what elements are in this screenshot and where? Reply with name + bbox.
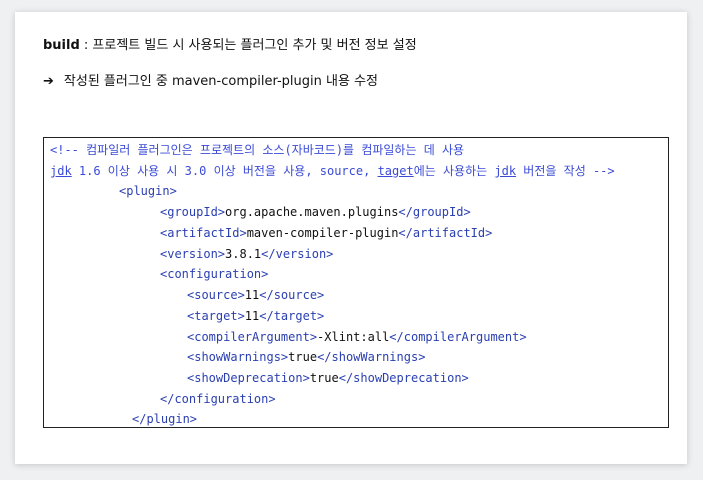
document-page: build : 프로젝트 빌드 시 사용되는 플러그인 추가 및 버전 정보 설… — [15, 12, 687, 464]
plugin-note: ➔ 작성된 플러그인 중 maven-compiler-plugin 내용 수정 — [43, 70, 378, 89]
showwarnings-open-tag: <showWarnings> — [187, 350, 289, 364]
plugin-close-tag: </plugin> — [132, 412, 198, 426]
version-close-tag: </version> — [261, 247, 334, 261]
build-description-text: : 프로젝트 빌드 시 사용되는 플러그인 추가 및 버전 정보 설정 — [79, 38, 417, 53]
code-comment-line-1: <!-- 컴파일러 플러그인은 프로젝트의 소스(자바코드)를 컴파일하는 데 … — [50, 143, 465, 157]
comment-jdk-2: jdk — [494, 164, 517, 178]
showwarnings-value: true — [288, 350, 318, 364]
showdeprecation-line: <showDeprecation>true</showDeprecation> — [187, 370, 469, 386]
comment-text-a: 1.6 이상 사용 시 3.0 이상 버전을 사용, source, — [71, 164, 378, 178]
comment-text-b: 에는 사용하는 — [413, 164, 495, 178]
configuration-open-tag: <configuration> — [160, 267, 269, 281]
showdeprecation-close-tag: </showDeprecation> — [338, 371, 469, 385]
comment-text-c: 버전을 작성 --> — [516, 164, 615, 178]
configuration-open-line: <configuration> — [160, 266, 268, 282]
build-description: build : 프로젝트 빌드 시 사용되는 플러그인 추가 및 버전 정보 설… — [43, 34, 417, 53]
source-close-tag: </source> — [259, 288, 325, 302]
compilerargument-value: -Xlint:all — [317, 330, 390, 344]
target-open-tag: <target> — [187, 309, 245, 323]
artifactid-value: maven-compiler-plugin — [246, 226, 399, 240]
target-value: 11 — [244, 309, 260, 323]
artifactid-open-tag: <artifactId> — [160, 226, 247, 240]
showdeprecation-value: true — [309, 371, 339, 385]
showdeprecation-open-tag: <showDeprecation> — [187, 371, 310, 385]
version-value: 3.8.1 — [225, 247, 262, 261]
groupid-line: <groupId>org.apache.maven.plugins</group… — [160, 204, 471, 220]
source-open-tag: <source> — [187, 288, 245, 302]
groupid-close-tag: </groupId> — [398, 205, 471, 219]
plugin-open-tag: <plugin> — [119, 184, 177, 198]
code-comment-line-2: jdk 1.6 이상 사용 시 3.0 이상 버전을 사용, source, t… — [50, 163, 615, 179]
arrow-icon: ➔ — [43, 74, 54, 89]
version-open-tag: <version> — [160, 247, 226, 261]
target-line: <target>11</target> — [187, 308, 324, 324]
comment-jdk: jdk — [50, 164, 72, 178]
build-keyword: build — [43, 38, 80, 53]
version-line: <version>3.8.1</version> — [160, 246, 333, 262]
code-block: <!-- 컴파일러 플러그인은 프로젝트의 소스(자바코드)를 컴파일하는 데 … — [43, 137, 669, 428]
compilerargument-close-tag: </compilerArgument> — [389, 330, 527, 344]
showwarnings-line: <showWarnings>true</showWarnings> — [187, 349, 425, 365]
groupid-open-tag: <groupId> — [160, 205, 226, 219]
configuration-close-tag: </configuration> — [160, 392, 276, 406]
compilerargument-open-tag: <compilerArgument> — [187, 330, 318, 344]
compilerargument-line: <compilerArgument>-Xlint:all</compilerAr… — [187, 329, 527, 345]
configuration-close-line: </configuration> — [160, 391, 276, 407]
plugin-note-text: 작성된 플러그인 중 maven-compiler-plugin 내용 수정 — [63, 74, 378, 89]
showwarnings-close-tag: </showWarnings> — [317, 350, 426, 364]
groupid-value: org.apache.maven.plugins — [225, 205, 399, 219]
plugin-open-line: <plugin> — [119, 183, 177, 199]
target-close-tag: </target> — [259, 309, 325, 323]
comment-taget: taget — [377, 164, 414, 178]
artifactid-line: <artifactId>maven-compiler-plugin</artif… — [160, 225, 492, 241]
plugin-close-line: </plugin> — [132, 411, 197, 427]
source-line: <source>11</source> — [187, 287, 324, 303]
source-value: 11 — [244, 288, 260, 302]
artifactid-close-tag: </artifactId> — [398, 226, 493, 240]
